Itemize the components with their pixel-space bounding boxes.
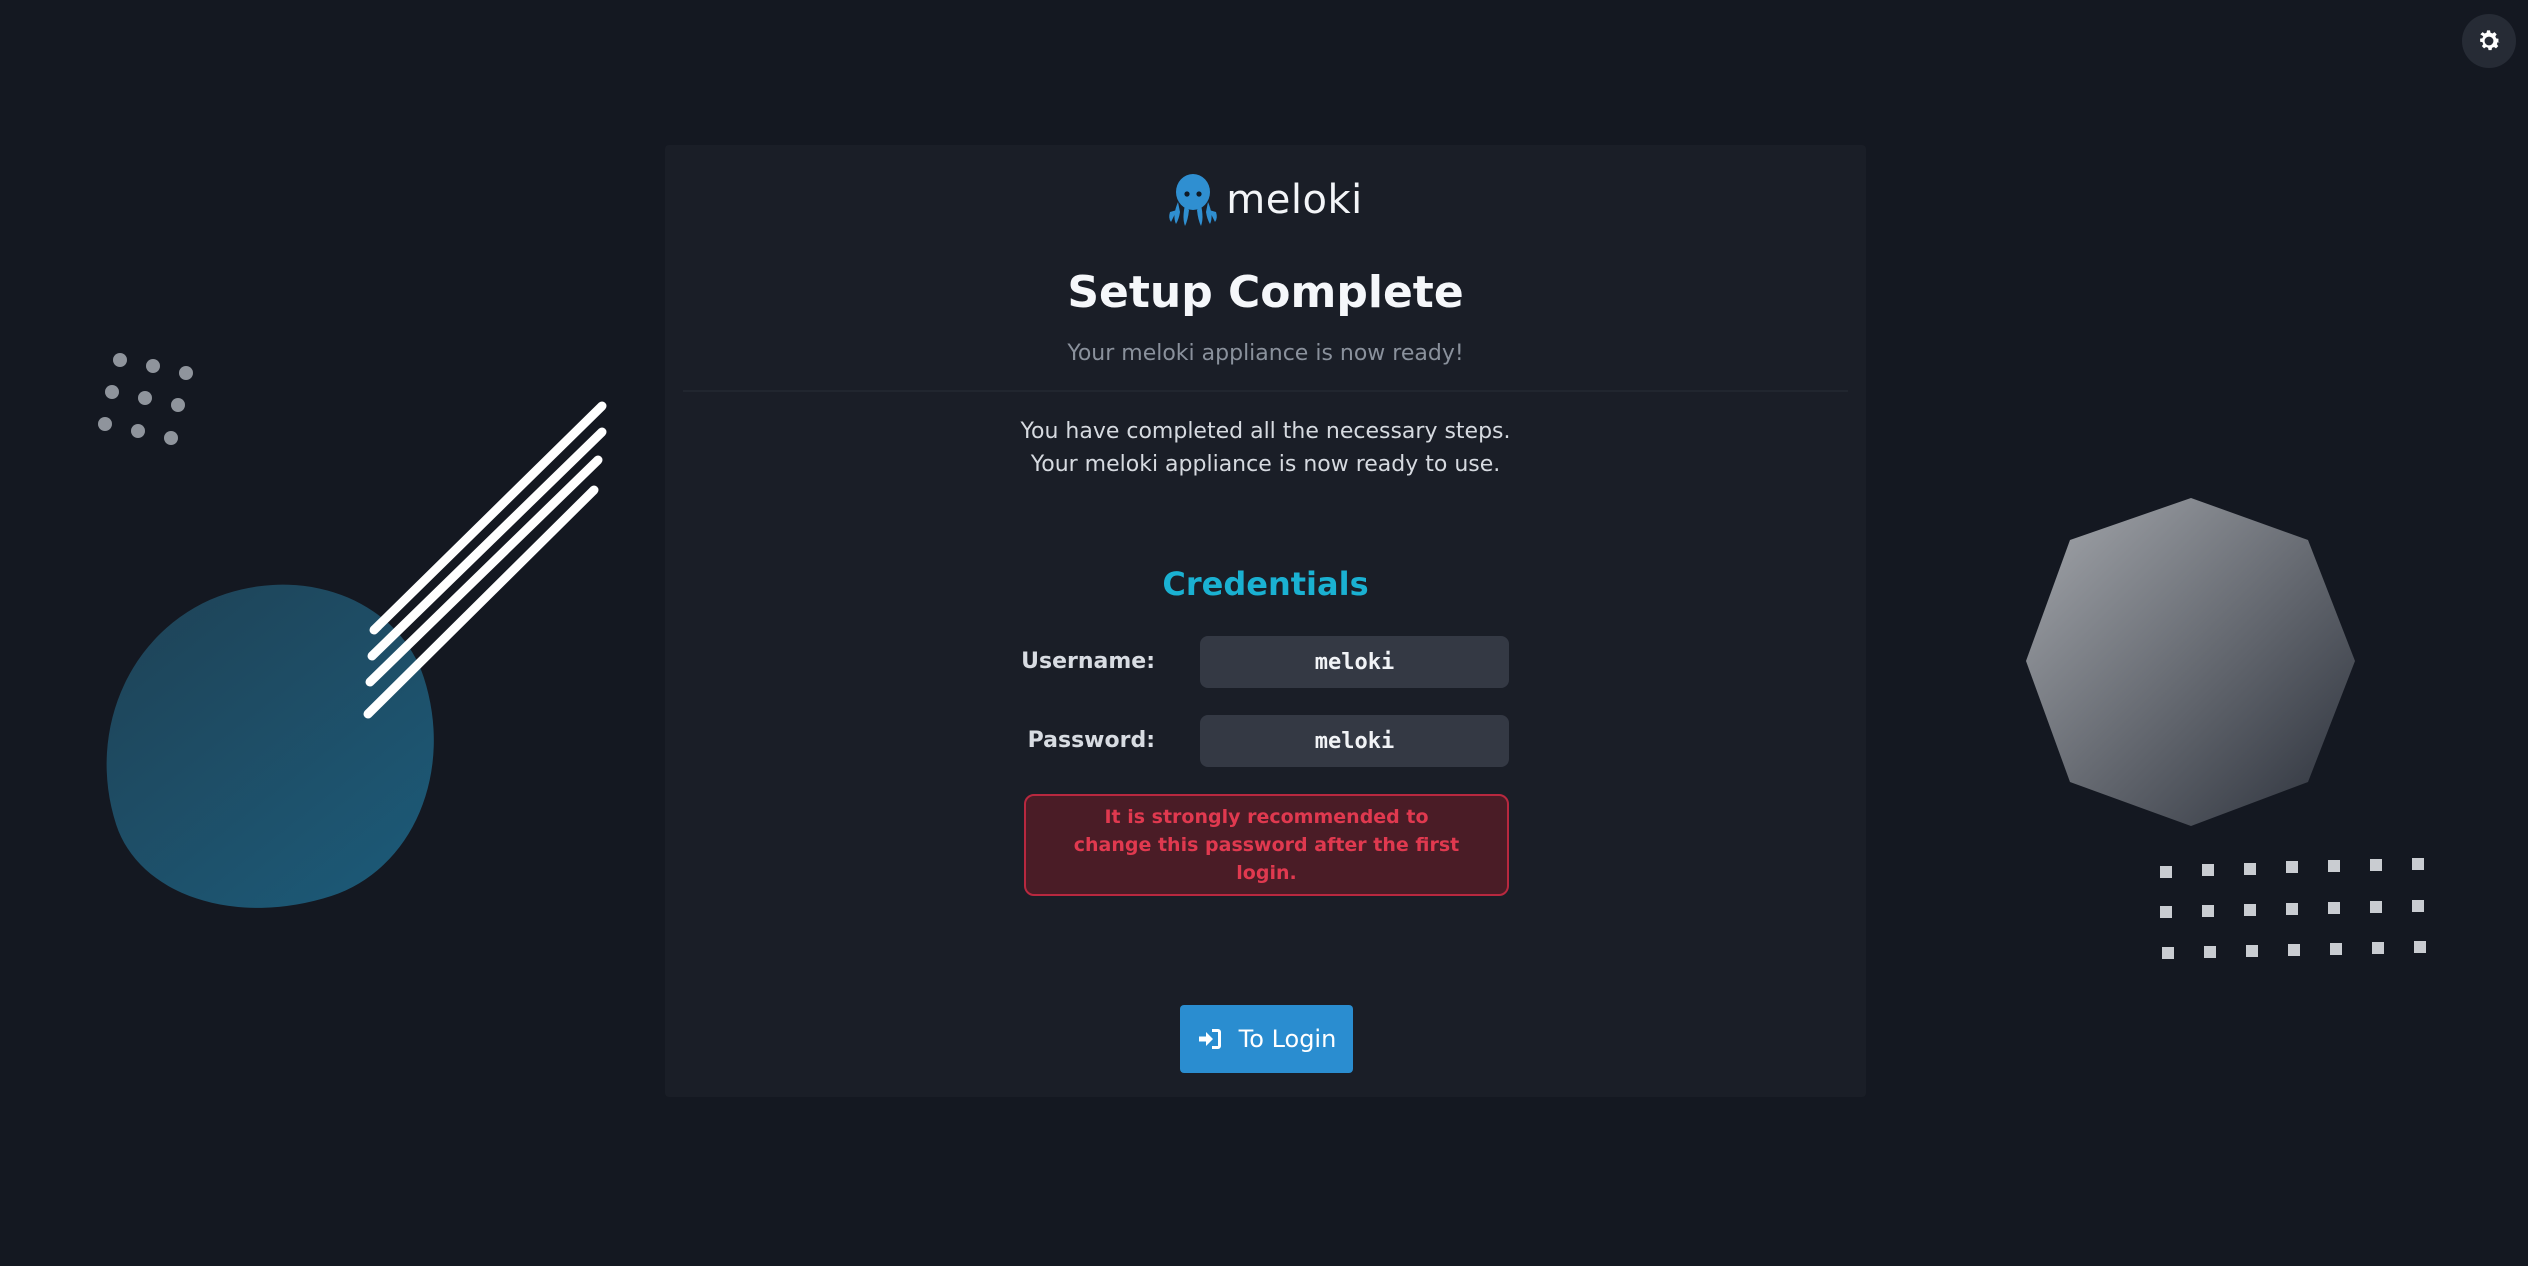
page-subtitle: Your meloki appliance is now ready! [1067,341,1464,366]
username-value[interactable]: meloki [1200,636,1509,688]
sign-in-icon [1198,1029,1221,1049]
username-label: Username: [1021,649,1155,674]
brand-logo: meloki [665,167,1866,233]
message-line: You have completed all the necessary ste… [1020,419,1511,444]
brand-name: meloki [1226,177,1363,223]
alert-text: It is strongly recommended to change thi… [1073,806,1460,884]
password-row: Password: meloki [665,715,1866,767]
decorative-squares [2160,858,2426,959]
username-row: Username: meloki [665,636,1866,688]
decorative-lines [363,401,607,719]
password-label: Password: [1027,728,1155,753]
decorative-octagon [2026,498,2355,826]
password-warning-alert: It is strongly recommended to change thi… [1024,794,1509,896]
divider [683,390,1848,392]
setup-card: meloki Setup Complete Your meloki applia… [665,145,1866,1097]
decorative-dots [98,353,193,445]
credentials-heading: Credentials [1162,565,1369,603]
message-line: Your meloki appliance is now ready to us… [1030,452,1501,477]
completion-message: You have completed all the necessary ste… [665,415,1866,481]
page-title: Setup Complete [1067,267,1464,318]
octopus-icon [1169,174,1218,226]
gear-icon [2480,30,2500,51]
theme-toggle-button[interactable] [2462,14,2516,68]
password-value[interactable]: meloki [1200,715,1509,767]
setup-complete-page: meloki Setup Complete Your meloki applia… [0,0,2528,1266]
to-login-label: To Login [1238,1025,1337,1053]
to-login-button[interactable]: To Login [1180,1005,1353,1073]
